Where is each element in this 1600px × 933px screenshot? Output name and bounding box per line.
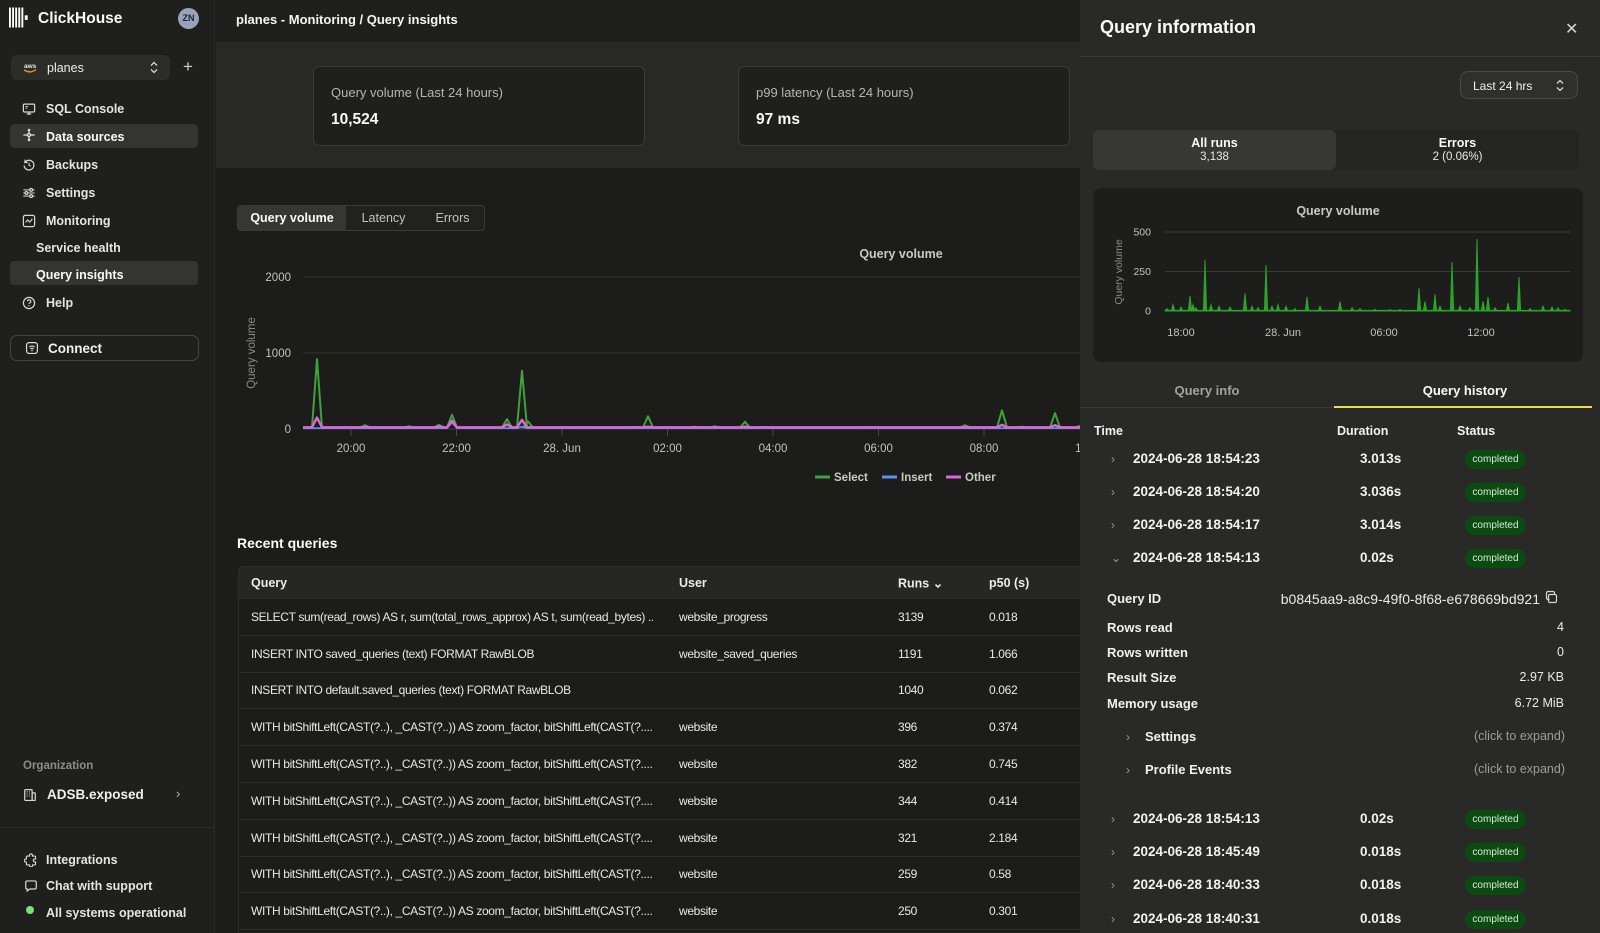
svg-text:Other: Other (965, 472, 996, 484)
svg-text:500: 500 (1133, 227, 1151, 239)
svg-text:aws: aws (24, 63, 37, 70)
svg-text:Query volume: Query volume (1296, 204, 1379, 218)
svg-text:0: 0 (1145, 306, 1151, 318)
svg-text:Select: Select (834, 472, 868, 484)
svg-text:2000: 2000 (265, 272, 291, 284)
svg-text:18:00: 18:00 (1167, 327, 1195, 339)
svg-text:06:00: 06:00 (864, 443, 893, 455)
svg-text:28. Jun: 28. Jun (1265, 327, 1301, 339)
svg-text:20:00: 20:00 (337, 443, 366, 455)
svg-text:06:00: 06:00 (1370, 327, 1398, 339)
svg-text:0: 0 (285, 424, 291, 436)
svg-text:12:00: 12:00 (1467, 327, 1495, 339)
svg-text:Query volume: Query volume (859, 247, 942, 261)
svg-text:Query volume: Query volume (1113, 239, 1125, 305)
svg-text:02:00: 02:00 (653, 443, 682, 455)
svg-text:08:00: 08:00 (970, 443, 999, 455)
svg-text:04:00: 04:00 (759, 443, 788, 455)
svg-text:250: 250 (1133, 266, 1151, 278)
svg-text:28. Jun: 28. Jun (543, 443, 581, 455)
svg-text:Insert: Insert (901, 472, 932, 484)
svg-text:Query volume: Query volume (246, 317, 258, 389)
svg-text:22:00: 22:00 (442, 443, 471, 455)
svg-text:1000: 1000 (265, 348, 291, 360)
